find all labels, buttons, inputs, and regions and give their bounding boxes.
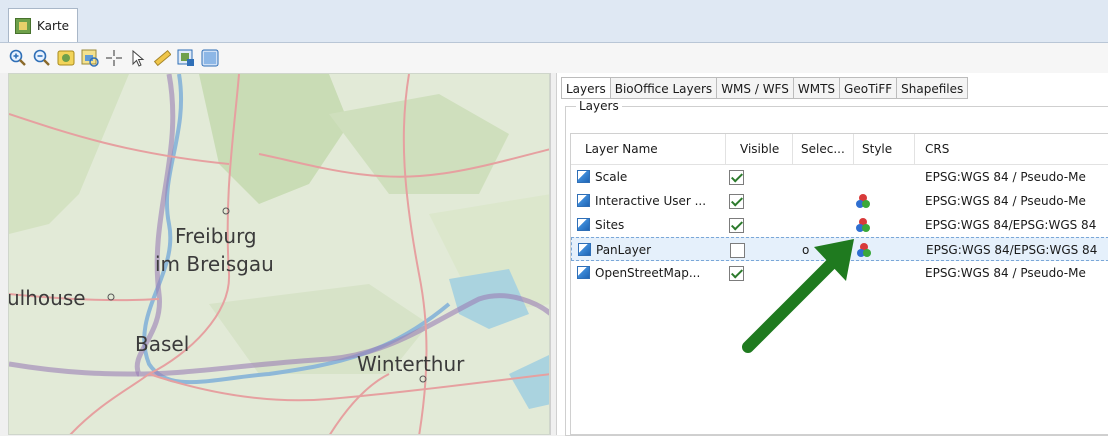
layer-name-cell: Interactive User ... — [577, 189, 725, 213]
selectable-cell[interactable] — [801, 213, 841, 237]
layer-name-label: PanLayer — [596, 243, 652, 257]
col-selectable[interactable]: Selec... — [793, 134, 854, 164]
col-layer-name[interactable]: Layer Name — [571, 134, 726, 164]
layer-icon — [577, 194, 590, 207]
zoom-extent-icon[interactable] — [56, 48, 76, 68]
crs-cell: EPSG:WGS 84 / Pseudo-Me — [925, 194, 1086, 208]
editor-tab-bar: Karte — [0, 0, 1108, 43]
annotation-arrow — [742, 239, 854, 353]
window-icon[interactable] — [200, 48, 220, 68]
map-label-mulhouse: ulhouse — [8, 286, 86, 310]
layer-name-label: Interactive User ... — [595, 194, 707, 208]
tab-wms-wfs[interactable]: WMS / WFS — [716, 77, 793, 99]
map-label-freiburg: Freiburg — [175, 224, 257, 248]
table-row[interactable]: Sites EPSG:WGS 84/EPSG:WGS 84 — [571, 213, 1108, 237]
select-pointer-icon[interactable] — [128, 48, 148, 68]
map-background — [9, 74, 549, 434]
map-label-winterthur: Winterthur — [357, 352, 465, 376]
table-row[interactable]: Scale EPSG:WGS 84 / Pseudo-Me — [571, 165, 1108, 189]
visible-checkbox[interactable] — [729, 218, 744, 233]
zoom-in-icon[interactable] — [8, 48, 28, 68]
col-visible[interactable]: Visible — [726, 134, 793, 164]
layer-name-cell: Sites — [577, 213, 725, 237]
pan-crosshair-icon[interactable] — [104, 48, 124, 68]
tab-biooffice-layers[interactable]: BioOffice Layers — [609, 77, 717, 99]
layer-name-label: Scale — [595, 170, 628, 184]
crs-cell: EPSG:WGS 84/EPSG:WGS 84 — [926, 243, 1098, 257]
layer-icon — [577, 266, 590, 279]
map-label-basel: Basel — [135, 332, 190, 356]
selectable-cell[interactable] — [801, 189, 841, 213]
tab-karte[interactable]: Karte — [8, 8, 78, 42]
layers-table-header: Layer Name Visible Selec... Style CRS — [571, 134, 1108, 165]
layer-icon — [578, 243, 591, 256]
tab-karte-label: Karte — [37, 18, 70, 33]
style-palette-icon[interactable] — [855, 217, 871, 233]
map-label-im-breisgau: im Breisgau — [155, 252, 274, 276]
crs-cell: EPSG:WGS 84/EPSG:WGS 84 — [925, 218, 1097, 232]
selectable-cell[interactable] — [801, 165, 841, 189]
tab-shapefiles[interactable]: Shapefiles — [896, 77, 969, 99]
measure-ruler-icon[interactable] — [152, 48, 172, 68]
map-toolbar — [0, 43, 1108, 73]
map-view[interactable]: Freiburg im Breisgau ulhouse Basel Winte… — [8, 73, 550, 435]
tab-layers[interactable]: Layers — [561, 77, 610, 99]
crs-cell: EPSG:WGS 84 / Pseudo-Me — [925, 170, 1086, 184]
zoom-layer-icon[interactable] — [80, 48, 100, 68]
crs-cell: EPSG:WGS 84 / Pseudo-Me — [925, 266, 1086, 280]
panel-tabs: Layers BioOffice Layers WMS / WFS WMTS G… — [561, 77, 969, 99]
style-palette-icon[interactable] — [855, 193, 871, 209]
export-map-icon[interactable] — [176, 48, 196, 68]
tab-wmts[interactable]: WMTS — [792, 77, 840, 99]
layer-icon — [577, 218, 590, 231]
zoom-out-icon[interactable] — [32, 48, 52, 68]
visible-checkbox[interactable] — [729, 194, 744, 209]
layer-name-label: Sites — [595, 218, 625, 232]
map-icon — [15, 17, 31, 34]
layer-name-label: OpenStreetMap... — [595, 266, 701, 280]
layer-name-cell: Scale — [577, 165, 725, 189]
table-row[interactable]: Interactive User ... EPSG:WGS 84 / Pseudo… — [571, 189, 1108, 213]
visible-checkbox[interactable] — [729, 170, 744, 185]
layer-name-cell: OpenStreetMap... — [577, 261, 725, 285]
col-style[interactable]: Style — [854, 134, 915, 164]
layer-name-cell: PanLayer — [578, 238, 726, 262]
tab-geotiff[interactable]: GeoTiFF — [839, 77, 897, 99]
layers-group-label: Layers — [576, 99, 622, 113]
col-crs[interactable]: CRS — [915, 134, 1108, 164]
layer-icon — [577, 170, 590, 183]
